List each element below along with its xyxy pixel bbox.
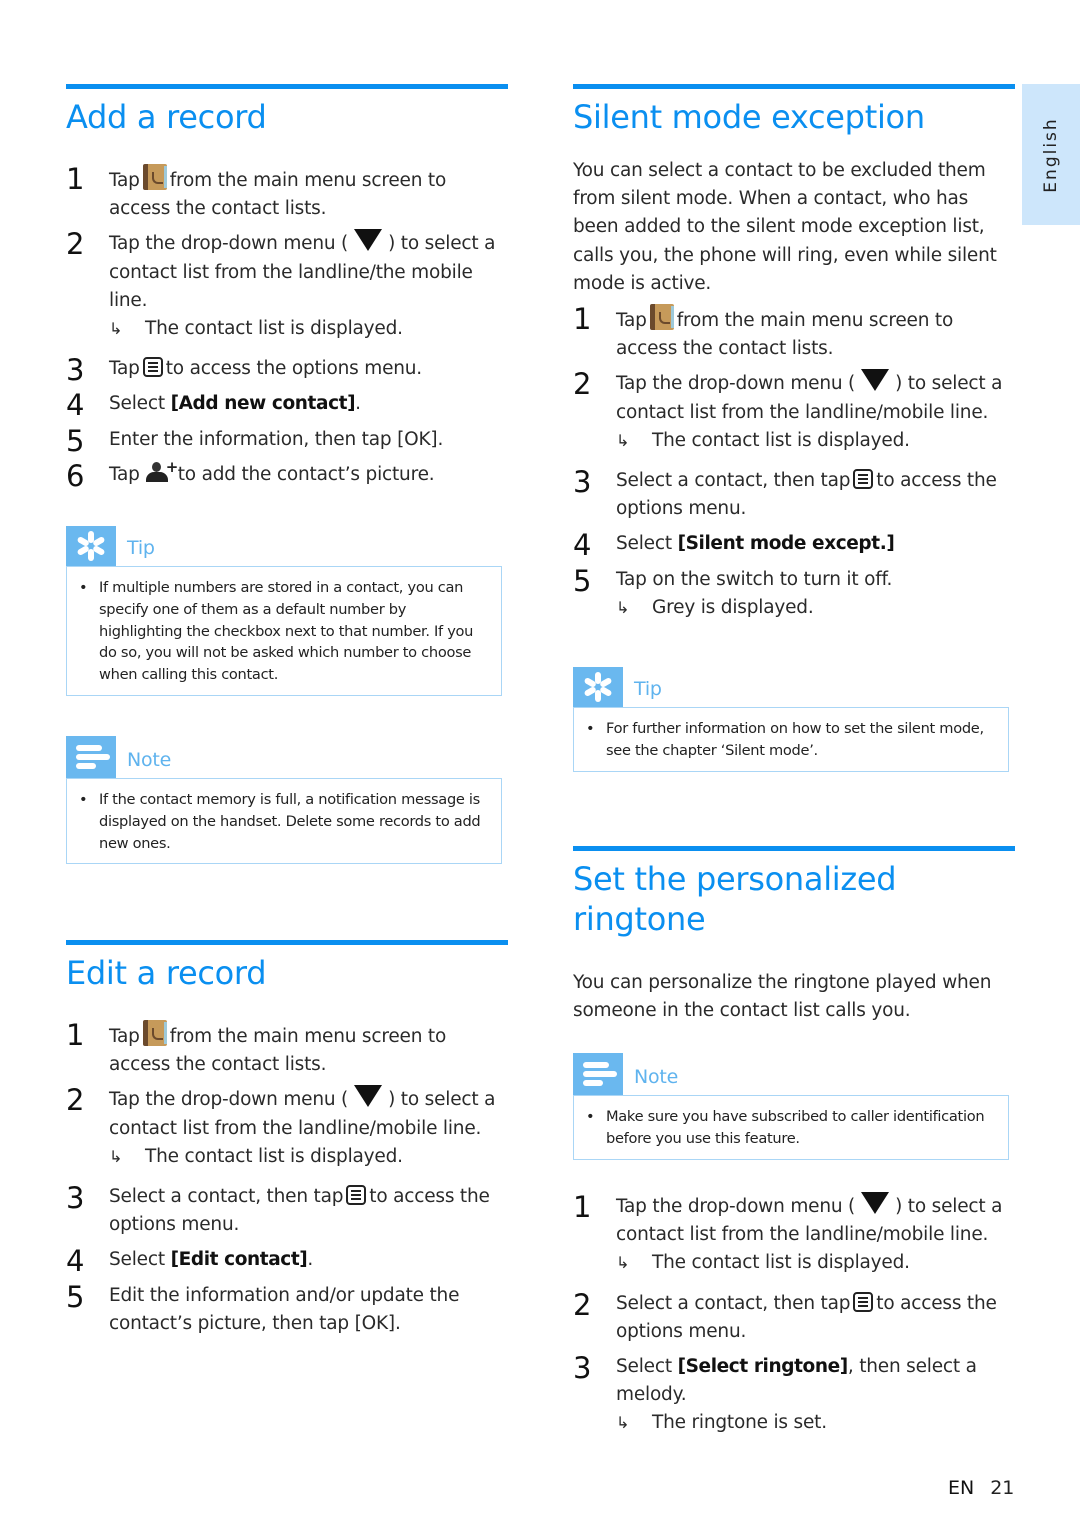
note-text: Make sure you have subscribed to caller … [606, 1108, 985, 1148]
result-arrow-icon: ↳ [109, 1146, 123, 1166]
step-4: 4 Select [Silent mode except.] [573, 528, 895, 563]
step-result: ↳ The contact list is displayed. [109, 1143, 508, 1171]
step-result: ↳ The contact list is displayed. [616, 1249, 1015, 1277]
step-2: 2 Tap the drop-down menu () to select a … [573, 368, 1015, 455]
section-silent-mode-exception: Silent mode exception You can select a c… [573, 84, 1015, 622]
options-menu-icon [142, 357, 163, 378]
result-arrow-icon: ↳ [616, 597, 630, 617]
dropdown-triangle-icon [354, 1085, 383, 1108]
step-result: ↳ Grey is displayed. [616, 594, 1015, 622]
options-menu-icon [853, 1291, 874, 1312]
result-arrow-icon: ↳ [109, 319, 123, 339]
language-label: English [1041, 116, 1061, 193]
step-2: 2 Tap the drop-down menu () to select a … [66, 228, 508, 343]
section-edit-record: Edit a record 1 Tap from the main menu sc… [66, 940, 508, 1338]
contacts-book-icon [142, 1020, 167, 1046]
tip-box: Tip • If multiple numbers are stored in a… [66, 526, 502, 696]
note-title: Note [127, 749, 172, 771]
note-lines-icon [573, 1053, 623, 1096]
section-rule [66, 940, 508, 945]
result-arrow-icon: ↳ [616, 1413, 630, 1433]
section-title: Silent mode exception [573, 98, 925, 136]
tip-asterisk-icon [66, 526, 116, 566]
step-4: 4 Select [Add new contact]. [66, 388, 361, 423]
footer-language-code: EN [948, 1477, 975, 1499]
dropdown-triangle-icon [861, 369, 890, 392]
section-rule [66, 84, 508, 89]
tip-box: Tip • For further information on how to s… [573, 667, 1009, 772]
tip-asterisk-icon [573, 667, 623, 707]
section-personalized-ringtone: Set the personalized ringtone You can pe… [573, 846, 1015, 1438]
note-box: Note • Make sure you have subscribed to c… [573, 1053, 1009, 1160]
menu-option-label: [Select ringtone] [677, 1356, 849, 1378]
language-tab: English [1022, 84, 1080, 225]
step-1: 1 Tap from the main menu screen to access… [66, 162, 447, 220]
step-3: 3 Select a contact, then tap to access th… [66, 1181, 490, 1236]
options-menu-icon [853, 469, 874, 490]
page-number: 21 [990, 1477, 1015, 1499]
dropdown-triangle-icon [354, 229, 383, 252]
step-6: 6 Tap + to add the contact’s picture. [66, 457, 435, 493]
tip-title: Tip [634, 678, 662, 700]
section-title: Add a record [66, 98, 267, 136]
note-box: Note • If the contact memory is full, a n… [66, 736, 502, 865]
step-1: 1 Tap from the main menu screen to access… [66, 1018, 447, 1076]
step-result: ↳ The contact list is displayed. [109, 315, 508, 343]
step-5: 5 Edit the information and/or update the… [66, 1279, 460, 1334]
result-arrow-icon: ↳ [616, 430, 630, 450]
step-1: 1 Tap from the main menu screen to access… [573, 302, 954, 360]
menu-option-label: [Silent mode except.] [677, 533, 895, 555]
step-result: ↳ The contact list is displayed. [616, 427, 1015, 455]
section-rule [573, 846, 1015, 851]
step-1: 1 Tap the drop-down menu () to select a … [573, 1191, 1015, 1278]
step-2: 2 Select a contact, then tap to access th… [573, 1287, 997, 1342]
contacts-book-icon [142, 164, 167, 190]
step-5: 5 Tap on the switch to turn it off. ↳ Gre… [573, 565, 1015, 622]
page-footer: EN 21 [948, 1477, 1014, 1499]
note-lines-icon [66, 736, 116, 778]
options-menu-icon [346, 1185, 367, 1206]
intro-paragraph: You can select a contact to be excluded … [573, 160, 997, 294]
tip-text: For further information on how to set th… [606, 720, 984, 759]
tip-text: If multiple numbers are stored in a cont… [99, 579, 474, 684]
section-title: Edit a record [66, 954, 267, 992]
section-title: Set the personalized ringtone [573, 860, 897, 938]
section-add-record: Add a record 1 Tap from the main menu scr… [66, 84, 508, 493]
menu-option-label: [Edit contact] [170, 1249, 308, 1271]
step-3: 3 Select [Select ringtone], then select … [573, 1352, 1015, 1438]
menu-option-label: [Add new contact] [170, 393, 356, 415]
section-rule [573, 84, 1015, 89]
step-3: 3 Tap to access the options menu. [66, 353, 422, 388]
step-5: 5 Enter the information, then tap [OK]. [66, 423, 444, 458]
result-arrow-icon: ↳ [616, 1253, 630, 1273]
step-result: ↳ The ringtone is set. [616, 1409, 1015, 1437]
step-4: 4 Select [Edit contact]. [66, 1244, 314, 1279]
note-text: If the contact memory is full, a notific… [99, 791, 481, 852]
dropdown-triangle-icon [861, 1192, 890, 1214]
note-title: Note [634, 1066, 679, 1089]
tip-title: Tip [127, 537, 155, 559]
step-2: 2 Tap the drop-down menu () to select a … [66, 1084, 508, 1171]
add-contact-picture-icon: + [143, 459, 178, 482]
intro-paragraph: You can personalize the ringtone played … [573, 972, 992, 1022]
step-3: 3 Select a contact, then tap to access th… [573, 465, 997, 520]
contacts-book-icon [649, 304, 674, 331]
